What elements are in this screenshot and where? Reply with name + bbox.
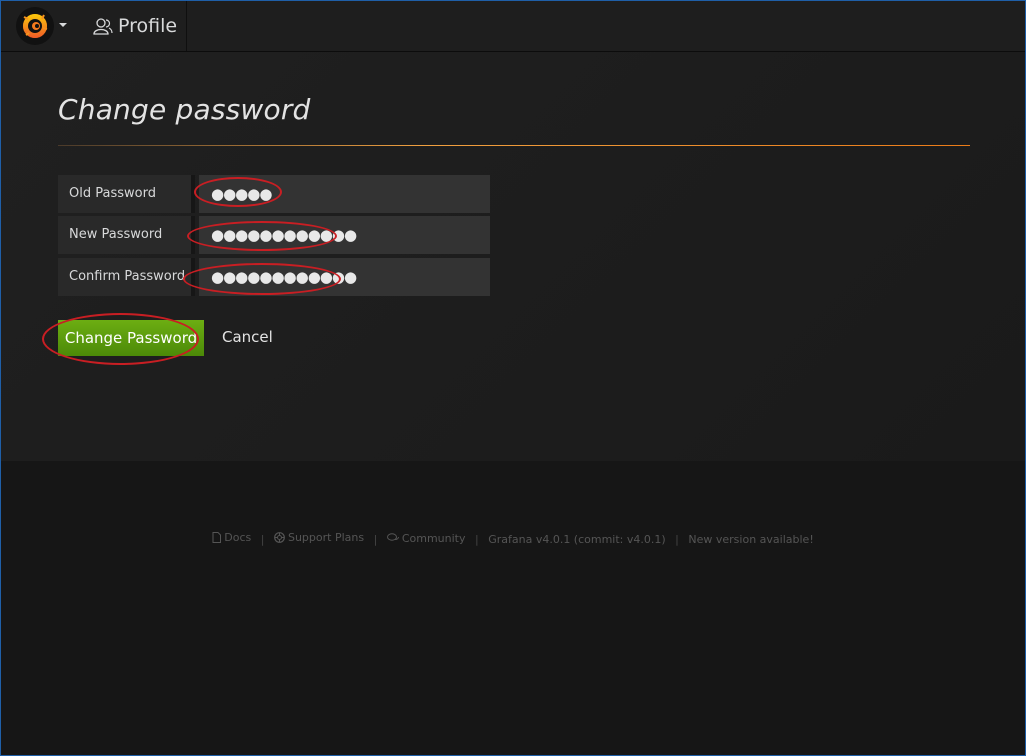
chevron-down-icon [59, 23, 67, 27]
change-password-button[interactable]: Change Password [58, 320, 204, 356]
tab-profile-label: Profile [118, 15, 178, 37]
grafana-menu-button[interactable] [1, 1, 80, 51]
title-divider [58, 145, 970, 146]
confirm-password-row: Confirm Password ●●●●●●●●●●●● [58, 258, 490, 296]
footer-docs-link[interactable]: Docs [212, 531, 251, 544]
old-password-label: Old Password [58, 175, 195, 213]
grafana-logo-icon [16, 7, 54, 45]
old-password-row: Old Password ●●●●● [58, 175, 490, 213]
file-icon [212, 532, 222, 543]
footer-version: Grafana v4.0.1 (commit: v4.0.1) [488, 533, 666, 546]
cancel-link[interactable]: Cancel [222, 328, 273, 346]
footer-community-link[interactable]: Community [386, 531, 466, 545]
user-icon [93, 18, 113, 35]
footer-new-version-link[interactable]: New version available! [688, 533, 813, 546]
footer-separator: | [260, 533, 265, 546]
top-navbar: Profile [1, 1, 1025, 52]
app-window: Profile Change password Old Password ●●●… [0, 0, 1026, 756]
footer: Docs | Support Plans | Community | Grafa… [1, 531, 1025, 546]
footer-docs-label: Docs [224, 531, 252, 544]
old-password-value: ●●●●● [211, 185, 272, 203]
new-password-value: ●●●●●●●●●●●● [211, 226, 357, 244]
footer-separator: | [474, 533, 479, 546]
main-panel: Change password Old Password ●●●●● New P… [1, 52, 1025, 461]
footer-support-link[interactable]: Support Plans [274, 531, 364, 544]
tab-profile[interactable]: Profile [79, 1, 187, 51]
new-password-field[interactable]: ●●●●●●●●●●●● [199, 216, 490, 254]
new-password-row: New Password ●●●●●●●●●●●● [58, 216, 490, 254]
confirm-password-value: ●●●●●●●●●●●● [211, 268, 357, 286]
confirm-password-field[interactable]: ●●●●●●●●●●●● [199, 258, 490, 296]
footer-separator: | [373, 533, 378, 546]
footer-support-label: Support Plans [287, 531, 365, 544]
confirm-password-label: Confirm Password [58, 258, 195, 296]
old-password-field[interactable]: ●●●●● [199, 175, 490, 213]
footer-community-label: Community [401, 531, 466, 545]
new-password-label: New Password [58, 216, 195, 254]
page-title: Change password [58, 93, 311, 126]
comments-icon [386, 533, 399, 541]
footer-separator: | [675, 533, 679, 546]
life-ring-icon [274, 532, 285, 543]
